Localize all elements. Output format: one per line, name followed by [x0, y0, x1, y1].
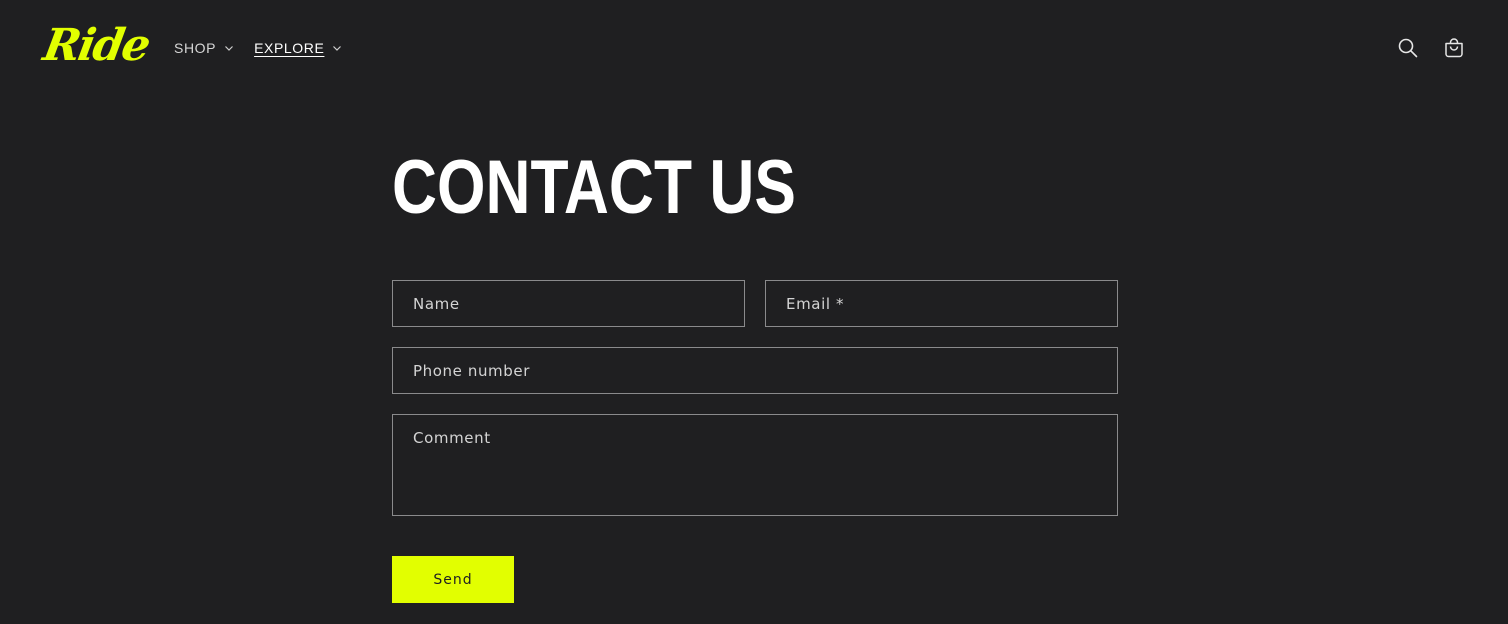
chevron-down-icon	[224, 43, 234, 53]
header-icons	[1396, 36, 1466, 60]
search-icon[interactable]	[1396, 36, 1420, 60]
nav-item-label: SHOP	[174, 40, 217, 56]
logo-link[interactable]: Ride	[40, 20, 153, 76]
nav-item-explore[interactable]: EXPLORE	[254, 38, 342, 58]
site-header: Ride SHOP EXPLORE	[0, 0, 1508, 95]
nav-item-label: EXPLORE	[254, 40, 325, 56]
main-nav: SHOP EXPLORE	[174, 38, 362, 58]
page-title: CONTACT US	[392, 145, 796, 230]
send-button[interactable]: Send	[392, 556, 514, 603]
logo: Ride	[39, 20, 153, 71]
phone-field[interactable]	[392, 347, 1118, 394]
nav-item-shop[interactable]: SHOP	[174, 38, 234, 58]
page: Ride SHOP EXPLORE CONTACT US Name Email …	[0, 0, 1508, 624]
name-field[interactable]	[392, 280, 745, 327]
comment-field[interactable]	[392, 414, 1118, 516]
email-field[interactable]	[765, 280, 1118, 327]
chevron-down-icon	[332, 43, 342, 53]
cart-icon[interactable]	[1442, 36, 1466, 60]
